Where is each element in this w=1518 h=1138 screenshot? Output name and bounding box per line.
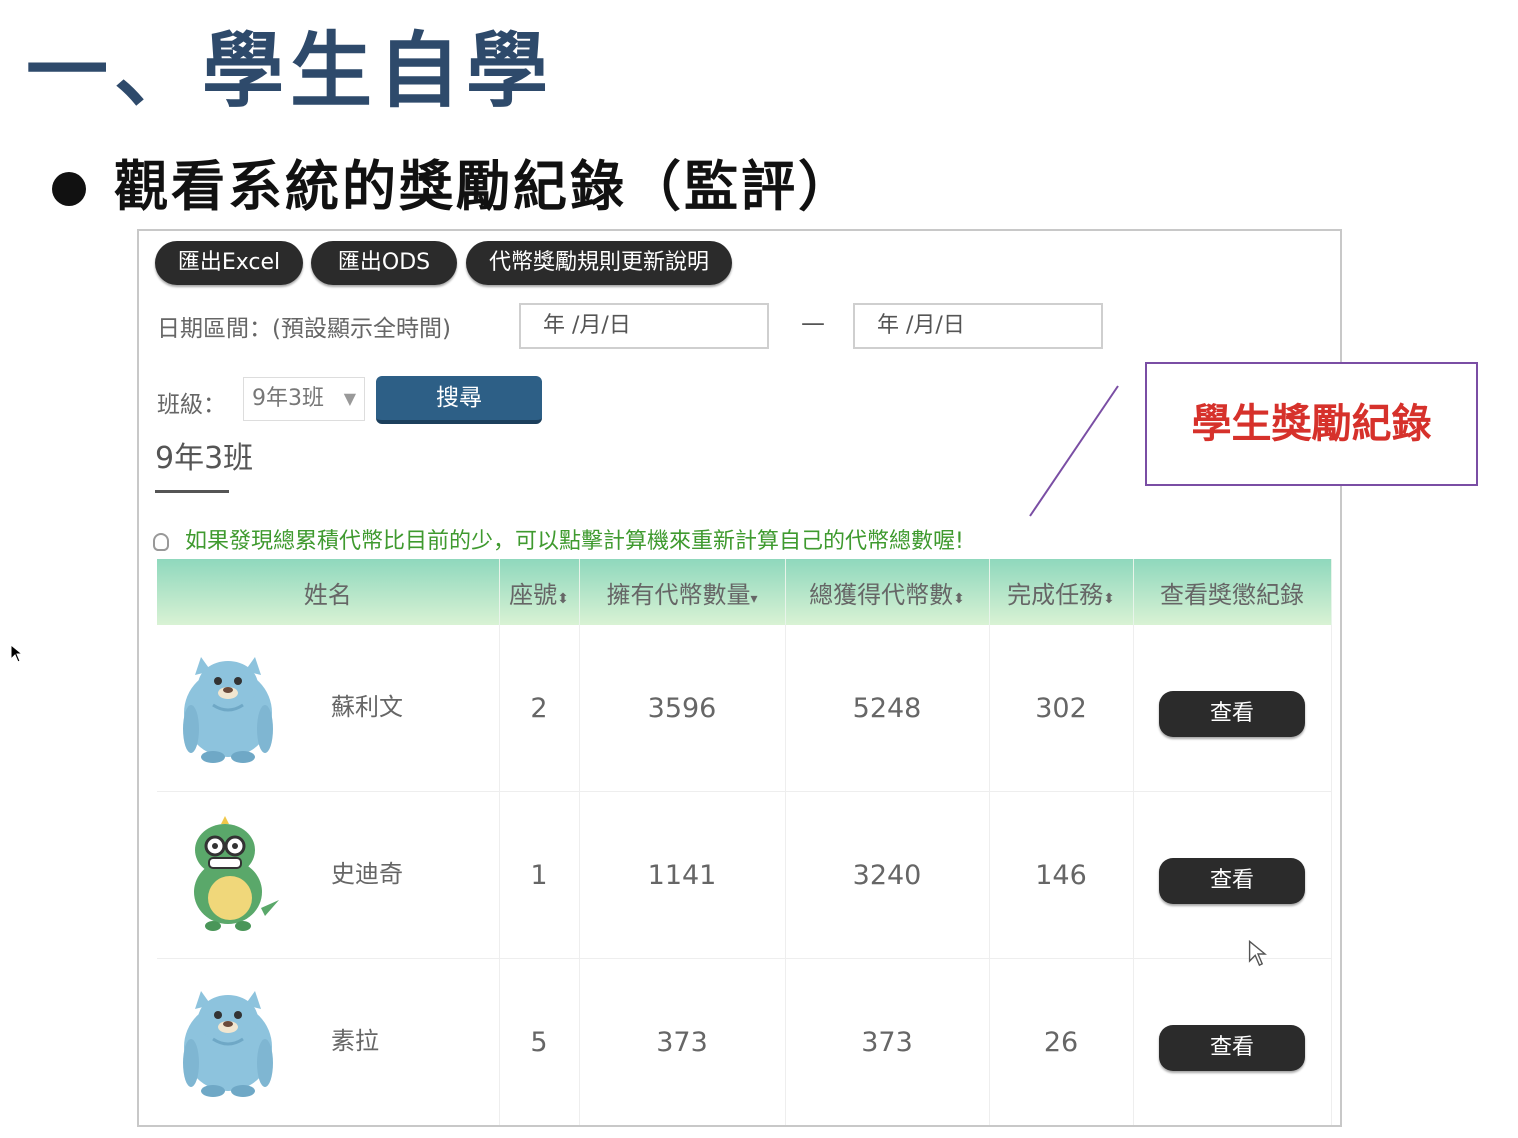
table-row: 史迪奇 1 1141 3240 146 查看	[157, 791, 1332, 959]
view-button[interactable]: 查看	[1159, 691, 1305, 737]
view-button[interactable]: 查看	[1159, 1025, 1305, 1071]
view-cell: 查看	[1133, 625, 1332, 792]
recalculate-notice: 如果發現總累積代幣比目前的少，可以點擊計算機來重新計算自己的代幣總數喔!	[153, 523, 964, 555]
chevron-down-icon: ▼	[343, 389, 356, 408]
search-button[interactable]: 搜尋	[376, 376, 542, 424]
sort-icon: ⬍	[953, 590, 965, 607]
class-select-value: 9年3班	[252, 386, 324, 411]
tasks-cell: 302	[989, 625, 1134, 792]
green-dinosaur-icon	[194, 816, 279, 931]
owned-tokens-cell: 1141	[579, 791, 786, 959]
total-tokens-cell: 373	[785, 958, 990, 1125]
slide-title: 一、學生自學	[26, 24, 555, 119]
bullet-text: 觀看系統的獎勵紀錄（監評）	[114, 155, 855, 218]
class-heading: 9年3班	[155, 441, 254, 476]
header-name: 姓名	[157, 559, 500, 625]
view-button[interactable]: 查看	[1159, 858, 1305, 904]
sort-icon: ⬍	[557, 590, 569, 607]
blue-monster-icon	[183, 991, 273, 1097]
end-date-input[interactable]: 年 /月/日	[853, 303, 1103, 349]
pointer-cursor-icon	[1248, 940, 1267, 967]
total-tokens-cell: 5248	[785, 625, 990, 792]
export-ods-button[interactable]: 匯出ODS	[311, 241, 457, 285]
header-tasks[interactable]: 完成任務⬍	[989, 559, 1134, 625]
sort-icon: ⬍	[1103, 590, 1115, 607]
table-row: 蘇利文 2 3596 5248 302 查看	[157, 625, 1332, 792]
header-view-records: 查看獎懲紀錄	[1133, 559, 1332, 625]
reward-table: 姓名 座號⬍ 擁有代幣數量▾ 總獲得代幣數⬍ 完成任務⬍ 查看獎懲紀錄 蘇利文 …	[157, 559, 1332, 1125]
class-label: 班級：	[157, 392, 226, 418]
table-row: 素拉 5 373 373 26 查看	[157, 958, 1332, 1125]
header-seat[interactable]: 座號⬍	[499, 559, 580, 625]
bullet-dot-icon	[52, 172, 86, 206]
date-separator: —	[801, 309, 825, 337]
tasks-cell: 26	[989, 958, 1134, 1125]
total-tokens-cell: 3240	[785, 791, 990, 959]
seat-cell: 1	[499, 791, 580, 959]
lightbulb-icon	[153, 533, 169, 551]
class-select[interactable]: 9年3班 ▼	[243, 377, 365, 421]
heading-underline	[155, 490, 229, 493]
name-cell: 素拉	[157, 958, 500, 1125]
mouse-cursor-icon	[10, 644, 24, 663]
start-date-input[interactable]: 年 /月/日	[519, 303, 769, 349]
rules-update-button[interactable]: 代幣獎勵規則更新說明	[466, 241, 732, 285]
table-header-row: 姓名 座號⬍ 擁有代幣數量▾ 總獲得代幣數⬍ 完成任務⬍ 查看獎懲紀錄	[157, 559, 1332, 625]
header-owned-tokens[interactable]: 擁有代幣數量▾	[579, 559, 786, 625]
name-cell: 蘇利文	[157, 625, 500, 792]
seat-cell: 5	[499, 958, 580, 1125]
student-name: 蘇利文	[331, 693, 403, 721]
date-range-label: 日期區間：(預設顯示全時間)	[157, 316, 451, 342]
student-name: 史迪奇	[331, 860, 403, 888]
name-cell: 史迪奇	[157, 791, 500, 959]
owned-tokens-cell: 3596	[579, 625, 786, 792]
blue-monster-icon	[183, 657, 273, 763]
export-excel-button[interactable]: 匯出Excel	[155, 241, 303, 285]
header-total-tokens[interactable]: 總獲得代幣數⬍	[785, 559, 990, 625]
notice-text: 如果發現總累積代幣比目前的少，可以點擊計算機來重新計算自己的代幣總數喔!	[185, 529, 964, 554]
view-cell: 查看	[1133, 791, 1332, 959]
seat-cell: 2	[499, 625, 580, 792]
student-name: 素拉	[331, 1027, 379, 1055]
view-cell: 查看	[1133, 958, 1332, 1125]
tasks-cell: 146	[989, 791, 1134, 959]
callout-box: 學生獎勵紀錄	[1145, 362, 1478, 486]
sort-desc-icon: ▾	[750, 590, 758, 607]
owned-tokens-cell: 373	[579, 958, 786, 1125]
